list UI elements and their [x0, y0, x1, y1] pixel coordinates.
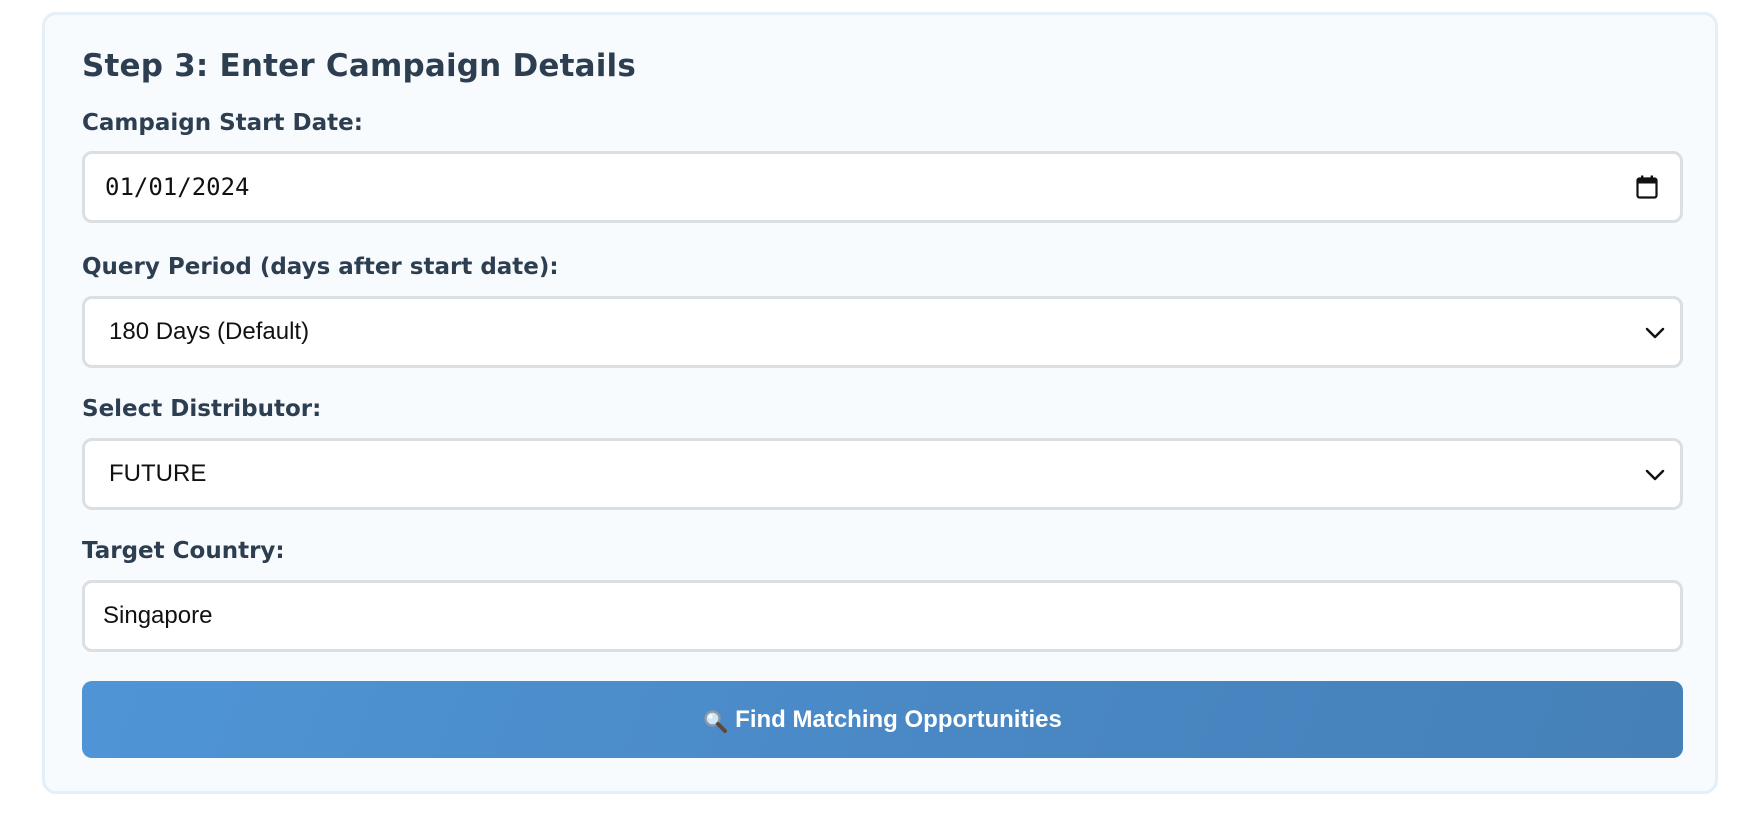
- country-input[interactable]: Singapore: [82, 580, 1683, 652]
- query-period-selected: 180 Days (Default): [109, 318, 310, 345]
- query-period-select[interactable]: 180 Days (Default): [82, 296, 1683, 368]
- calendar-icon[interactable]: [1636, 175, 1658, 199]
- start-date-value: 01/01/2024: [105, 173, 250, 201]
- distributor-select[interactable]: FUTURE: [82, 438, 1683, 510]
- query-period-label: Query Period (days after start date):: [82, 254, 559, 280]
- country-label: Target Country:: [82, 538, 285, 564]
- find-button-label: Find Matching Opportunities: [735, 705, 1062, 733]
- country-value: Singapore: [103, 602, 213, 629]
- distributor-label: Select Distributor:: [82, 396, 322, 422]
- chevron-down-icon: [1644, 467, 1666, 481]
- distributor-selected: FUTURE: [109, 460, 207, 487]
- search-icon: [703, 709, 728, 733]
- start-date-input[interactable]: 01/01/2024: [82, 151, 1683, 223]
- find-opportunities-button[interactable]: Find Matching Opportunities: [82, 681, 1683, 758]
- step-title: Step 3: Enter Campaign Details: [82, 48, 637, 84]
- chevron-down-icon: [1644, 325, 1666, 339]
- start-date-label: Campaign Start Date:: [82, 110, 363, 136]
